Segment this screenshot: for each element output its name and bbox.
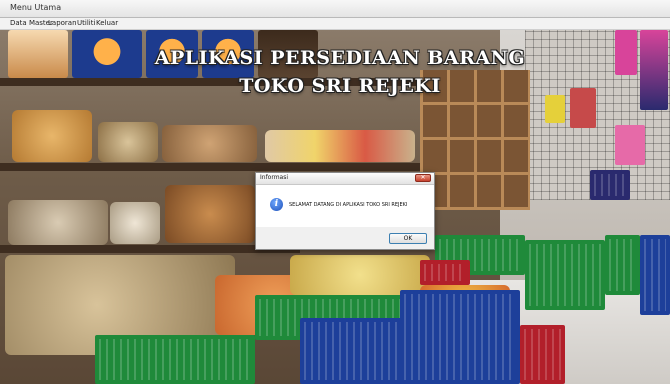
- menu-bar: Data Master Laporan Utiliti Keluar: [0, 18, 670, 30]
- dialog-titlebar: Informasi ✕: [256, 173, 434, 185]
- dialog-title: Informasi: [260, 174, 289, 181]
- blue-crate: [400, 290, 520, 384]
- banner-title-line2: TOKO SRI REJEKI: [239, 75, 441, 97]
- menu-item-keluar[interactable]: Keluar: [96, 19, 118, 27]
- snack-bags: [8, 200, 108, 245]
- hanging-merchandise: [570, 88, 596, 128]
- snack-bags: [290, 255, 430, 295]
- dialog-message: SELAMAT DATANG DI APLIKASI TOKO SRI REJE…: [289, 202, 408, 208]
- hanging-merchandise: [615, 125, 645, 165]
- snack-bags: [110, 202, 160, 244]
- ok-button[interactable]: OK: [389, 233, 427, 244]
- snack-bags: [162, 125, 257, 162]
- poster: [72, 30, 142, 78]
- poster: [8, 30, 68, 78]
- info-dialog: Informasi ✕ i SELAMAT DATANG DI APLIKASI…: [255, 172, 435, 250]
- menu-item-utiliti[interactable]: Utiliti: [77, 19, 95, 27]
- hanging-merchandise: [640, 30, 668, 110]
- hanging-merchandise: [545, 95, 565, 123]
- blue-crate: [590, 170, 630, 200]
- window-title: Menu Utama: [10, 3, 62, 12]
- window-titlebar: Menu Utama: [0, 0, 670, 18]
- green-crate: [95, 335, 255, 384]
- snack-bags: [165, 185, 255, 243]
- banner-title-line1: APLIKASI PERSEDIAAN BARANG: [154, 47, 526, 69]
- red-crate: [420, 260, 470, 285]
- close-icon[interactable]: ✕: [415, 174, 431, 182]
- menu-item-laporan[interactable]: Laporan: [48, 19, 77, 27]
- green-crate: [525, 240, 605, 310]
- hanging-merchandise: [615, 30, 637, 75]
- info-icon: i: [270, 198, 283, 211]
- green-crate: [605, 235, 640, 295]
- snack-bags: [98, 122, 158, 162]
- blue-crate: [640, 235, 670, 315]
- shelf-plank: [0, 163, 420, 171]
- snack-bags: [12, 110, 92, 162]
- snack-bags: [265, 130, 415, 162]
- menu-item-data-master[interactable]: Data Master: [10, 19, 53, 27]
- red-crate: [520, 325, 565, 384]
